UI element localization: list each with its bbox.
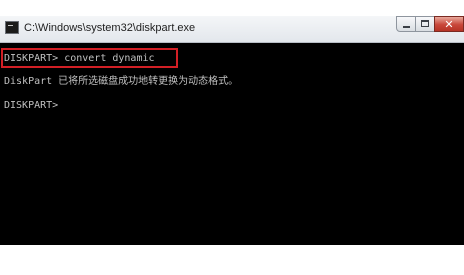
close-button[interactable]: ✕ [434, 16, 464, 32]
console-line-result: DiskPart 已将所选磁盘成功地转更换为动态格式。 [4, 76, 239, 87]
console-output[interactable]: DISKPART> convert dynamic DiskPart 已将所选磁… [0, 43, 464, 245]
window-bottom-area [0, 245, 464, 275]
maximize-button[interactable] [415, 16, 435, 32]
maximize-icon [421, 20, 429, 27]
console-line-prompt: DISKPART> [4, 100, 59, 111]
minimize-button[interactable] [396, 16, 416, 32]
minimize-icon [403, 26, 410, 28]
console-icon [5, 21, 19, 34]
console-window: C:\Windows\system32\diskpart.exe ✕ DISKP… [0, 0, 464, 275]
close-icon: ✕ [444, 18, 454, 31]
window-title: C:\Windows\system32\diskpart.exe [24, 22, 196, 34]
console-line-command: DISKPART> convert dynamic [4, 53, 155, 64]
window-controls: ✕ [396, 16, 464, 34]
title-bar[interactable]: C:\Windows\system32\diskpart.exe ✕ [0, 16, 464, 43]
